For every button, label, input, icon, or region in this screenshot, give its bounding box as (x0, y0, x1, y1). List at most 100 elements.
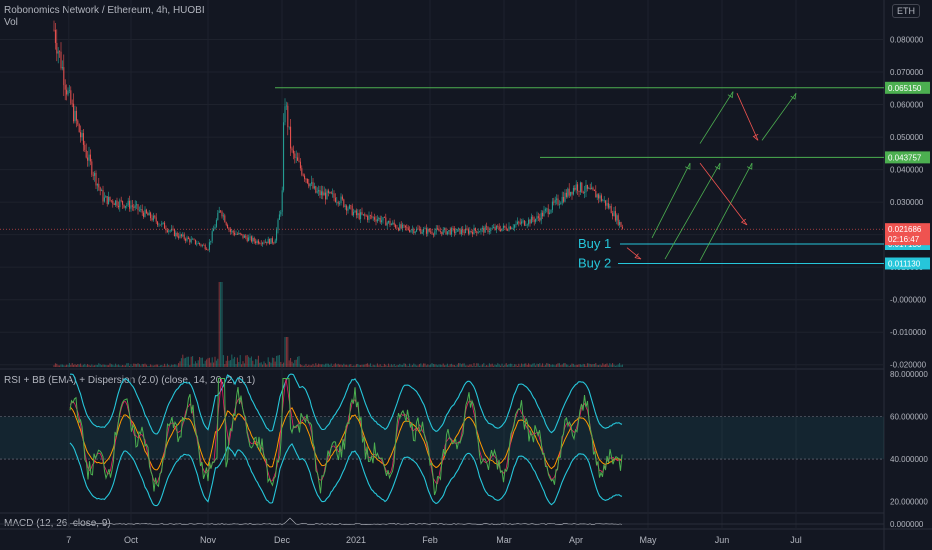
volume-bar (469, 364, 471, 367)
candle-body (357, 213, 359, 216)
candle-body (144, 209, 146, 217)
volume-bar (178, 363, 180, 367)
volume-bar (334, 363, 336, 367)
volume-bar (231, 354, 233, 367)
candle-body (396, 227, 398, 229)
candle-body (295, 157, 297, 159)
volume-bar (236, 357, 238, 367)
volume-bar (488, 363, 490, 367)
volume-bar (264, 363, 266, 367)
volume-bar (302, 365, 304, 367)
candle-body (479, 231, 481, 233)
candle-body (407, 227, 409, 230)
volume-bar (430, 364, 432, 367)
candle-body (558, 204, 560, 205)
candle-body (115, 200, 117, 206)
candle-body (563, 196, 565, 202)
time-tick-label: Feb (422, 535, 438, 545)
volume-bar (138, 364, 140, 367)
volume-bar (126, 363, 128, 367)
volume-bar (428, 365, 430, 367)
candle-body (305, 178, 307, 180)
candle-body (561, 196, 563, 204)
candle-body (271, 238, 273, 243)
candle-body (190, 239, 192, 243)
volume-bar (424, 363, 426, 367)
volume-bar (421, 365, 423, 367)
volume-bar (171, 364, 173, 367)
candle-body (110, 200, 112, 202)
volume-bar (214, 356, 216, 367)
volume-bar (140, 365, 142, 367)
candle-body (386, 222, 388, 226)
volume-bar (577, 364, 579, 367)
candle-body (451, 228, 453, 235)
volume-bar (190, 356, 192, 367)
volume-bar (515, 364, 517, 367)
candle-body (600, 195, 602, 201)
candle-body (304, 175, 306, 179)
candle-body (462, 229, 464, 233)
candle-body (141, 209, 143, 213)
volume-bar (248, 356, 250, 367)
candle-body (302, 174, 304, 176)
candle-body (424, 228, 426, 230)
buy-level-annotation: Buy 2 (578, 256, 611, 271)
candle-body (591, 187, 593, 190)
candle-body (339, 203, 341, 204)
volume-bar (395, 365, 397, 367)
volume-bar (403, 363, 405, 367)
volume-bar (427, 364, 429, 367)
volume-bar (578, 364, 580, 367)
candle-body (539, 217, 541, 221)
volume-bar (355, 364, 357, 367)
volume-bar (157, 364, 159, 367)
candle-body (263, 242, 265, 244)
candle-body (309, 183, 311, 187)
volume-bar (522, 364, 524, 367)
candle-body (306, 178, 308, 184)
candle-body (182, 234, 184, 237)
volume-bar (385, 364, 387, 367)
price-chart[interactable]: 0.080000 0.070000 0.060000 0.050000 0.040000… (0, 0, 932, 550)
candle-body (207, 249, 209, 251)
candle-body (547, 208, 549, 214)
volume-bar (600, 365, 602, 367)
volume-bar (299, 364, 301, 367)
candle-body (329, 191, 331, 193)
candle-body (238, 232, 240, 235)
volume-bar (451, 363, 453, 367)
volume-bar (253, 364, 255, 367)
volume-bar (169, 365, 171, 367)
volume-bar (241, 364, 243, 367)
candle-body (161, 222, 163, 226)
volume-bar (232, 358, 234, 367)
price-tick-label: -0.000000 (890, 296, 927, 305)
candle-body (199, 242, 201, 245)
candle-body (137, 204, 139, 211)
candle-body (92, 174, 94, 176)
candle-body (229, 229, 231, 232)
volume-bar (582, 363, 584, 367)
volume-bar (260, 362, 262, 367)
volume-bar (315, 363, 317, 367)
volume-bar (222, 355, 224, 367)
candle-body (599, 195, 601, 199)
volume-bar (89, 365, 91, 367)
candle-body (108, 196, 110, 204)
volume-bar (383, 363, 385, 367)
volume-bar (406, 365, 408, 367)
volume-bar (568, 365, 570, 367)
candle-body (472, 231, 474, 235)
price-tick-label: -0.010000 (890, 328, 927, 337)
volume-bar (507, 364, 509, 367)
volume-bar (119, 365, 121, 367)
candle-body (409, 229, 411, 232)
candle-body (84, 144, 86, 151)
volume-bar (495, 364, 497, 367)
candle-body (242, 234, 244, 238)
volume-group (53, 282, 623, 367)
candle-body (283, 122, 285, 191)
volume-bar (466, 365, 468, 367)
volume-bar (206, 359, 208, 367)
